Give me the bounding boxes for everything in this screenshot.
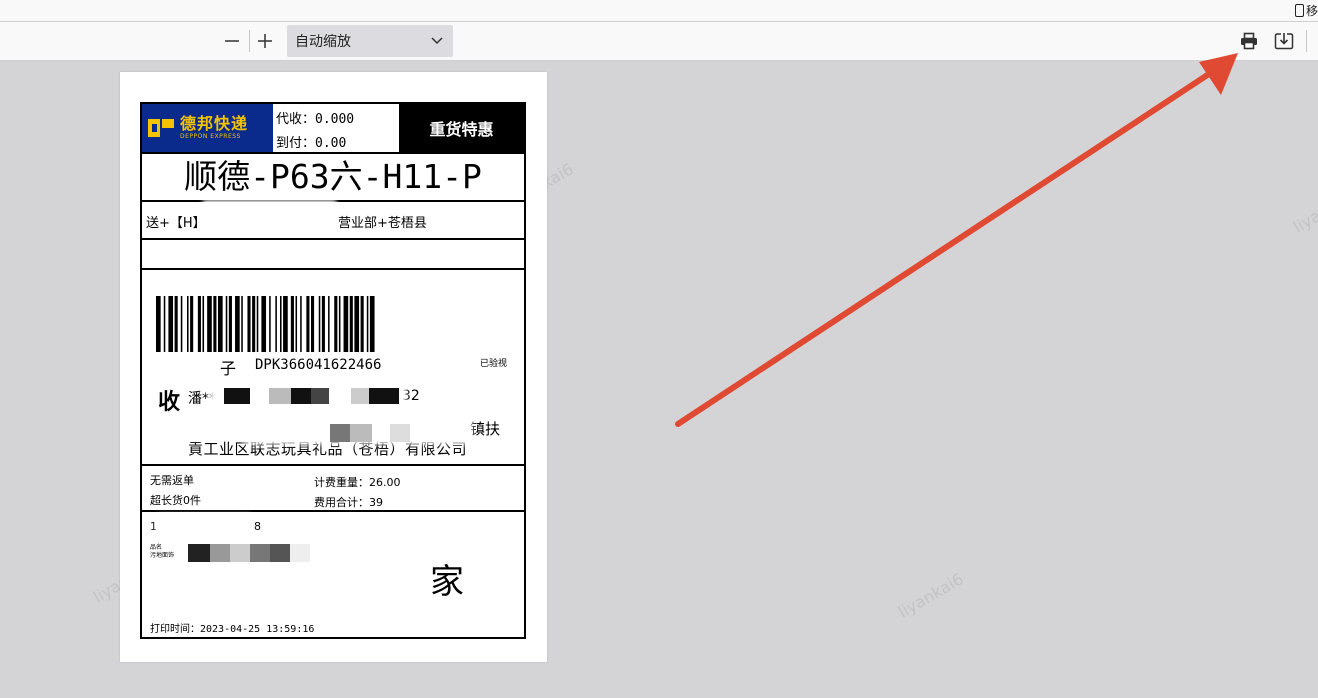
billing-section: 无需返单 超长货0件 计费重量：26.00 费用合计：39 bbox=[142, 466, 524, 512]
mobile-label: 移 bbox=[1305, 3, 1318, 18]
logo-cn-text: 德邦快递 bbox=[180, 114, 249, 133]
blank-row bbox=[142, 240, 524, 270]
oversize-count: 超长货0件 bbox=[150, 494, 201, 507]
download-button[interactable] bbox=[1272, 29, 1296, 53]
freight-collect: 到付：0.00 bbox=[276, 136, 347, 151]
pdf-viewer-window: { "top_strip": { "mobile_label": "移" }, … bbox=[0, 0, 1318, 698]
redaction-pixel bbox=[351, 388, 369, 404]
redaction-pixel bbox=[224, 388, 250, 404]
charge-weight: 计费重量：26.00 bbox=[314, 476, 401, 489]
mobile-icon bbox=[1294, 3, 1304, 17]
zoom-out-button[interactable] bbox=[221, 28, 243, 54]
recipient-mark: 收 bbox=[158, 390, 181, 415]
redaction-pixel bbox=[311, 388, 329, 404]
redaction-pixel bbox=[250, 544, 270, 562]
top-strip: 移 bbox=[0, 0, 1318, 22]
waybill-number: DPK366041622466 bbox=[255, 357, 382, 373]
redaction-pixel bbox=[290, 544, 310, 562]
redaction-pixel bbox=[210, 544, 230, 562]
service-type: 重货特惠 bbox=[399, 104, 524, 152]
zoom-separator bbox=[249, 30, 250, 52]
deppon-logo: 德邦快递 DEPPON EXPRESS bbox=[142, 104, 273, 152]
route-code: 顺德-P63六-H11-P bbox=[142, 154, 524, 202]
redaction bbox=[202, 200, 337, 226]
print-icon bbox=[1241, 32, 1257, 50]
redaction-pixel bbox=[291, 388, 311, 404]
payment-box: 代收：0.000 到付：0.00 bbox=[273, 104, 401, 152]
toolbar-separator bbox=[1306, 30, 1307, 52]
minus-icon bbox=[225, 40, 239, 42]
plus-icon bbox=[258, 34, 272, 48]
deppon-logo-mark bbox=[148, 117, 174, 139]
redaction-pixel bbox=[270, 544, 290, 562]
pdf-toolbar: 自动缩放 bbox=[0, 22, 1318, 61]
redaction-pixel bbox=[350, 424, 372, 442]
return-receipt: 无需返单 bbox=[150, 474, 194, 487]
redaction-pixel bbox=[230, 544, 250, 562]
watermark: liyankai6 bbox=[1290, 184, 1318, 237]
redaction-pixel bbox=[269, 388, 291, 404]
print-timestamp: 打印时间：2023-04-25 13:59:16 bbox=[150, 624, 315, 635]
destination-prefix: 送+【H】 bbox=[146, 216, 206, 231]
recipient-address-line1: 镇扶 bbox=[470, 420, 501, 438]
label-header: 德邦快递 DEPPON EXPRESS 代收：0.000 到付：0.00 重货特… bbox=[142, 104, 524, 154]
watermark: liyankai6 bbox=[895, 569, 967, 622]
document-viewer[interactable]: liyankai6 liyankai6 liyankai6 liyankai6 … bbox=[0, 61, 1318, 698]
mobile-view-toggle[interactable]: 移 bbox=[1294, 0, 1318, 20]
goods-name-value: 污地面饰 bbox=[150, 552, 175, 559]
barcode bbox=[156, 296, 502, 352]
barcode-image bbox=[156, 296, 375, 352]
cod-amount: 代收：0.000 bbox=[276, 112, 355, 127]
zoom-in-button[interactable] bbox=[254, 28, 276, 54]
redaction bbox=[156, 514, 252, 534]
redaction-pixel bbox=[188, 544, 210, 562]
shipping-label: 德邦快递 DEPPON EXPRESS 代收：0.000 到付：0.00 重货特… bbox=[140, 102, 526, 639]
logo-en-text: DEPPON EXPRESS bbox=[180, 133, 241, 140]
redaction-pixel bbox=[390, 424, 410, 442]
zoom-select[interactable]: 自动缩放 bbox=[287, 25, 453, 57]
download-icon bbox=[1274, 33, 1294, 50]
total-fee: 费用合计：39 bbox=[314, 496, 383, 509]
chevron-down-icon bbox=[431, 37, 443, 45]
goods-line-tail: 8 bbox=[254, 520, 261, 533]
verified-mark: 已验视 bbox=[480, 359, 508, 369]
delivery-type-mark: 家 bbox=[430, 562, 464, 602]
document-page: 德邦快递 DEPPON EXPRESS 代收：0.000 到付：0.00 重货特… bbox=[120, 72, 547, 662]
redaction-pixel bbox=[330, 424, 350, 442]
redaction-pixel bbox=[369, 388, 399, 404]
destination-branch: 营业部+苍梧县 bbox=[338, 216, 427, 231]
print-button[interactable] bbox=[1237, 29, 1261, 53]
zoom-select-value: 自动缩放 bbox=[295, 34, 351, 50]
